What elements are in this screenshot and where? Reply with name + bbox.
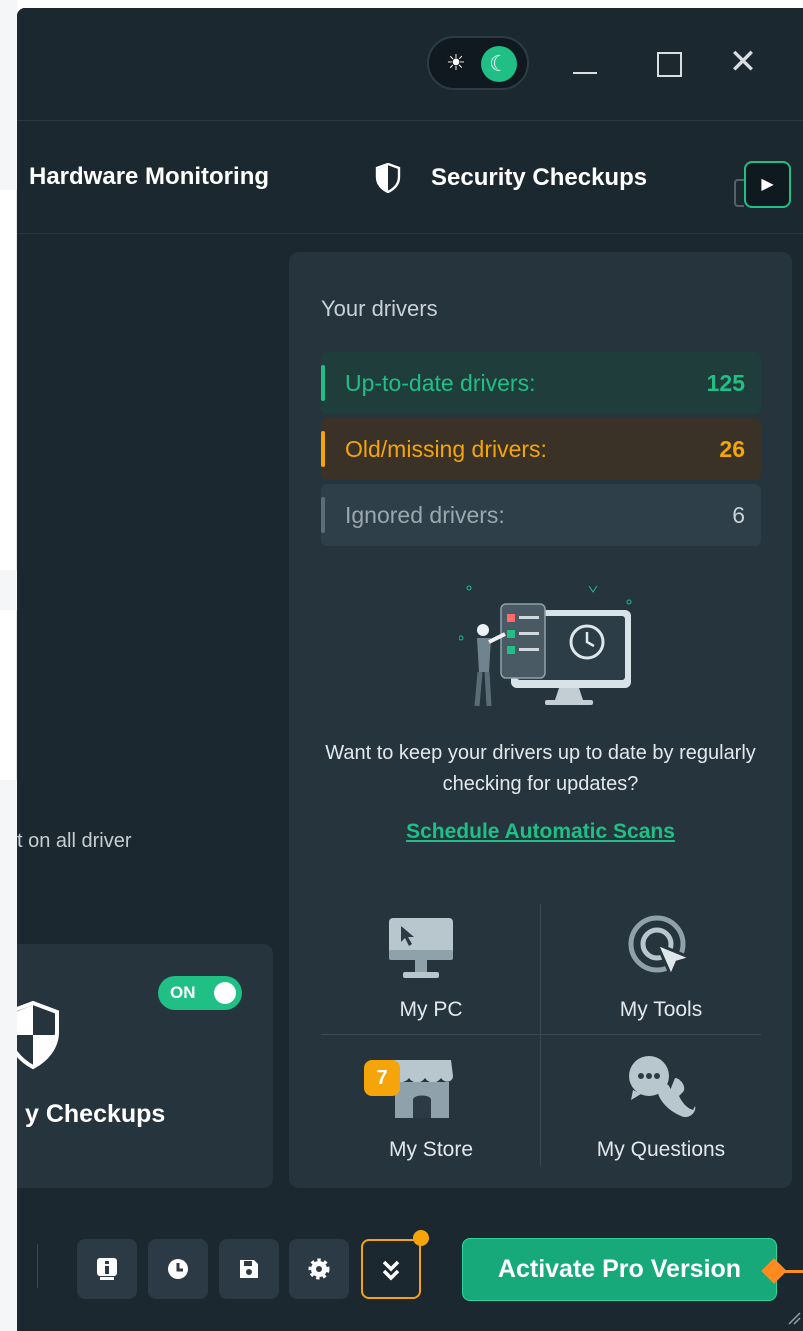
tile-my-store[interactable]: 7 My Store <box>321 1042 541 1172</box>
save-icon[interactable] <box>219 1239 279 1299</box>
theme-toggle[interactable]: ☀ ☾ <box>427 36 529 90</box>
drivers-panel: Your drivers Up-to-date drivers: 125 Old… <box>289 252 792 1188</box>
row-label: Old/missing drivers: <box>345 435 547 462</box>
tab-overflow-edge <box>734 179 744 207</box>
toggle-knob <box>214 982 236 1004</box>
schedule-illustration <box>459 585 632 707</box>
tile-my-questions[interactable]: My Questions <box>551 1042 771 1172</box>
tile-label: My Tools <box>619 998 703 1021</box>
close-button[interactable]: ✕ <box>725 44 761 80</box>
row-count: 125 <box>706 369 745 396</box>
title-bar: ☀ ☾ ✕ <box>17 8 803 120</box>
old-missing-drivers-row[interactable]: Old/missing drivers: 26 <box>321 418 761 480</box>
row-count: 6 <box>732 501 745 528</box>
schedule-prompt: Want to keep your drivers up to date by … <box>325 742 756 795</box>
app-window: ☀ ☾ ✕ Hardware Monitoring Security Check… <box>17 8 803 1331</box>
tab-hardware-monitoring[interactable]: Hardware Monitoring <box>29 163 269 191</box>
tools-cursor-icon <box>628 915 695 980</box>
row-label: Up-to-date drivers: <box>345 369 536 396</box>
tab-bar: Hardware Monitoring Security Checkups ▶ <box>17 120 803 234</box>
monitor-icon <box>389 918 453 978</box>
resize-grip-icon[interactable] <box>787 1311 801 1325</box>
tile-label: My Questions <box>596 1138 726 1161</box>
tile-label: My Store <box>388 1138 474 1161</box>
toolbar-separator <box>37 1244 38 1288</box>
schedule-automatic-scans-link[interactable]: Schedule Automatic Scans <box>289 820 792 844</box>
notification-dot <box>413 1230 429 1246</box>
shield-icon <box>375 163 401 193</box>
minimize-button[interactable] <box>567 44 603 80</box>
tab-security-label: Security Checkups <box>431 164 648 191</box>
desktop-background <box>0 0 17 1331</box>
tile-my-pc[interactable]: My PC <box>321 904 541 1034</box>
info-icon[interactable] <box>77 1239 137 1299</box>
history-icon[interactable] <box>148 1239 208 1299</box>
row-label: Ignored drivers: <box>345 501 505 528</box>
panel-title: Your drivers <box>321 296 438 321</box>
store-badge: 7 <box>364 1060 400 1096</box>
expand-more-icon[interactable] <box>361 1239 421 1299</box>
row-count: 26 <box>719 435 745 462</box>
maximize-button[interactable] <box>651 44 687 80</box>
play-arrow-icon[interactable]: ▶ <box>744 161 791 208</box>
toggle-label: ON <box>170 983 196 1002</box>
security-toggle[interactable]: ON <box>158 976 242 1010</box>
moon-icon[interactable]: ☾ <box>481 46 517 82</box>
card-label: y Checkups <box>25 1100 166 1128</box>
tutorial-pointer-line <box>779 1270 803 1273</box>
tile-my-tools[interactable]: My Tools <box>551 904 771 1034</box>
grid-divider <box>321 1034 761 1035</box>
driver-setting-description: t on all driver <box>17 830 132 852</box>
settings-icon[interactable] <box>289 1239 349 1299</box>
shield-icon <box>17 1000 59 1070</box>
tile-label: My PC <box>399 998 463 1021</box>
security-checkups-card[interactable]: ON y Checkups <box>17 944 273 1188</box>
up-to-date-drivers-row[interactable]: Up-to-date drivers: 125 <box>321 352 761 414</box>
sun-icon[interactable]: ☀ <box>443 50 469 76</box>
activate-pro-button[interactable]: Activate Pro Version <box>462 1238 777 1301</box>
bottom-toolbar: Activate Pro Version <box>17 1206 803 1331</box>
ignored-drivers-row[interactable]: Ignored drivers: 6 <box>321 484 761 546</box>
tab-security-checkups[interactable]: Security Checkups <box>375 163 647 193</box>
chat-phone-icon <box>629 1056 696 1118</box>
